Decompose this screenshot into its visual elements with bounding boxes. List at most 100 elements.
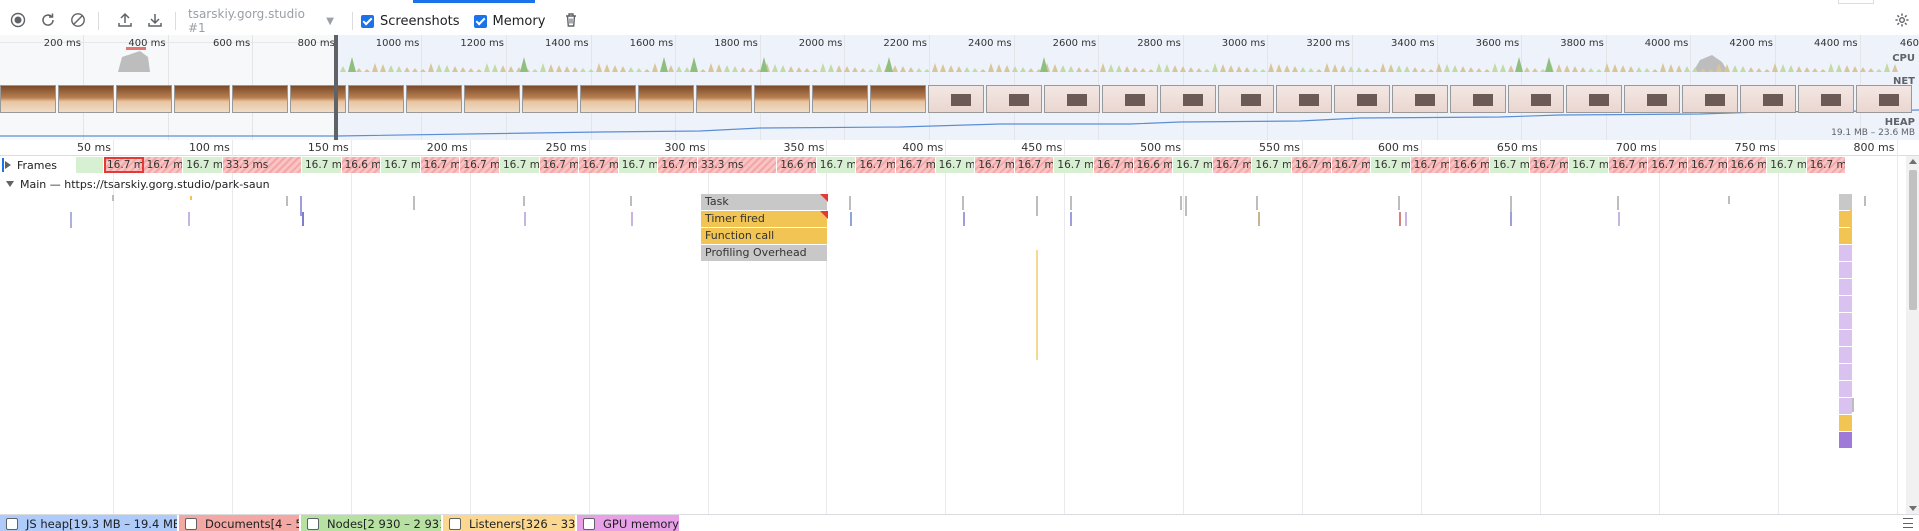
frame-block[interactable]: 16.7 ms [1014, 157, 1055, 173]
screenshot-thumbnail[interactable] [1798, 85, 1854, 113]
screenshot-thumbnail[interactable] [580, 85, 636, 113]
frame-block[interactable]: 16.7 ms [143, 157, 184, 173]
screenshot-thumbnail[interactable] [754, 85, 810, 113]
memory-checkbox[interactable]: Memory [473, 14, 545, 29]
flame-event-mark[interactable] [1728, 196, 1730, 204]
frame-block[interactable]: 16.7 ms [1806, 157, 1847, 173]
flame-entry[interactable] [1839, 313, 1852, 329]
flame-entry-function-call[interactable]: Function call [701, 228, 828, 244]
frame-block[interactable]: 33.3 ms [222, 157, 302, 173]
counter-listeners[interactable]: Listeners[326 – 332] [443, 515, 575, 531]
flame-entry[interactable] [1839, 415, 1852, 431]
flame-event-mark[interactable] [1070, 196, 1072, 210]
screenshot-thumbnail[interactable] [0, 85, 56, 113]
flame-entry[interactable] [1839, 330, 1852, 346]
frame-block[interactable] [76, 157, 104, 173]
frame-block[interactable]: 16.7 ms [1490, 157, 1530, 173]
frame-block[interactable]: 16.7 ms [658, 157, 698, 173]
frame-block[interactable]: 16.7 ms [1173, 157, 1213, 173]
screenshot-thumbnail[interactable] [1218, 85, 1274, 113]
flame-event-mark[interactable] [1864, 196, 1866, 206]
counter-documents[interactable]: Documents[4 – 5] [179, 515, 299, 531]
screenshot-thumbnail[interactable] [58, 85, 114, 113]
screenshot-thumbnail[interactable] [1682, 85, 1738, 113]
frame-block[interactable]: 16.7 ms [856, 157, 896, 173]
flame-event-mark[interactable] [524, 212, 526, 226]
flame-event-mark[interactable] [631, 212, 633, 226]
flame-entry[interactable] [1839, 398, 1852, 414]
frame-block[interactable]: 16.7 ms [1094, 157, 1134, 173]
flame-event-mark[interactable] [849, 196, 851, 210]
checkbox-icon[interactable] [583, 517, 595, 530]
frame-block[interactable]: 16.7 ms [1688, 157, 1728, 173]
screenshot-thumbnail[interactable] [1392, 85, 1448, 113]
frame-block[interactable]: 16.7 ms [1569, 157, 1609, 173]
flame-entry[interactable] [1839, 245, 1852, 261]
screenshot-thumbnail[interactable] [986, 85, 1042, 113]
flame-event-mark[interactable] [413, 196, 415, 210]
frame-block[interactable]: 16.7 ms [896, 157, 936, 173]
screenshot-thumbnail[interactable] [174, 85, 230, 113]
frames-track-header[interactable]: Frames [0, 156, 76, 174]
flame-event-mark[interactable] [962, 196, 964, 210]
flame-entry[interactable] [1839, 279, 1852, 295]
frame-block[interactable]: 33.3 ms [698, 157, 778, 173]
flame-event-mark[interactable] [1070, 212, 1072, 226]
screenshot-thumbnail[interactable] [1160, 85, 1216, 113]
frame-block[interactable]: 16.7 ms [579, 157, 619, 173]
counter-gpu-memory[interactable]: GPU memory [577, 515, 679, 531]
flame-entry-profiling-overhead[interactable]: Profiling Overhead [701, 245, 828, 261]
flame-event-mark[interactable] [1185, 196, 1187, 216]
capture-settings-button[interactable] [1891, 10, 1913, 32]
screenshot-thumbnail[interactable] [464, 85, 520, 113]
clear-button[interactable] [66, 9, 90, 33]
flame-entry[interactable] [1839, 296, 1852, 312]
flame-entry[interactable] [1839, 364, 1852, 380]
screenshot-thumbnail[interactable] [1566, 85, 1622, 113]
screenshot-thumbnail[interactable] [870, 85, 926, 113]
collect-garbage-button[interactable] [559, 9, 583, 33]
frame-block[interactable]: 16.6 ms [341, 157, 382, 173]
flame-event-mark[interactable] [1399, 212, 1401, 226]
frame-block[interactable]: 16.7 ms [1648, 157, 1688, 173]
flame-event-mark[interactable] [1180, 196, 1182, 210]
scroll-thumb[interactable] [1909, 170, 1917, 310]
flame-entry[interactable] [1839, 211, 1852, 227]
frame-block[interactable]: 16.7 ms [539, 157, 580, 173]
screenshot-thumbnail[interactable] [406, 85, 462, 113]
frame-block[interactable]: 16.6 ms [1133, 157, 1174, 173]
frame-block[interactable]: 16.7 ms [1767, 157, 1807, 173]
flame-entry[interactable] [1839, 381, 1852, 397]
save-profile-button[interactable] [143, 9, 167, 33]
flame-event-mark[interactable] [1036, 250, 1038, 360]
flame-entry[interactable] [1839, 347, 1852, 363]
scroll-up-arrow-icon[interactable] [1909, 159, 1917, 164]
counter-nodes[interactable]: Nodes[2 930 – 2 931] [301, 515, 441, 531]
flame-event-mark[interactable] [188, 212, 190, 226]
screenshot-thumbnail[interactable] [696, 85, 752, 113]
screenshot-thumbnail[interactable] [1624, 85, 1680, 113]
flame-entry[interactable] [1839, 262, 1852, 278]
frame-block[interactable]: 16.7 ms [104, 157, 144, 173]
flame-entry-task[interactable]: Task [701, 194, 828, 210]
counter-js-heap[interactable]: JS heap[19.3 MB – 19.4 MB] [0, 515, 177, 531]
frame-block[interactable]: 16.7 ms [420, 157, 461, 173]
overview-window-resizer[interactable] [334, 35, 338, 140]
flame-entry-timer-fired[interactable]: Timer fired [701, 211, 828, 227]
frame-block[interactable]: 16.7 ms [1371, 157, 1411, 173]
frame-block[interactable]: 16.7 ms [1212, 157, 1253, 173]
screenshot-thumbnail[interactable] [638, 85, 694, 113]
scroll-down-arrow-icon[interactable] [1909, 506, 1917, 511]
flame-event-mark[interactable] [1510, 212, 1512, 226]
frame-block[interactable]: 16.7 ms [1608, 157, 1649, 173]
frame-block[interactable]: 16.7 ms [1529, 157, 1570, 173]
frame-block[interactable]: 16.7 ms [816, 157, 857, 173]
flame-event-mark[interactable] [963, 212, 965, 226]
frame-block[interactable]: 16.7 ms [500, 157, 540, 173]
flame-entry[interactable] [1839, 194, 1852, 210]
screenshot-thumbnail[interactable] [928, 85, 984, 113]
frame-block[interactable]: 16.7 ms [183, 157, 223, 173]
frame-block[interactable]: 16.7 ms [1054, 157, 1094, 173]
frames-track[interactable]: Frames 16.7 ms16.7 ms16.7 ms33.3 ms16.7 … [0, 156, 1906, 174]
flame-entry[interactable] [1839, 228, 1852, 244]
